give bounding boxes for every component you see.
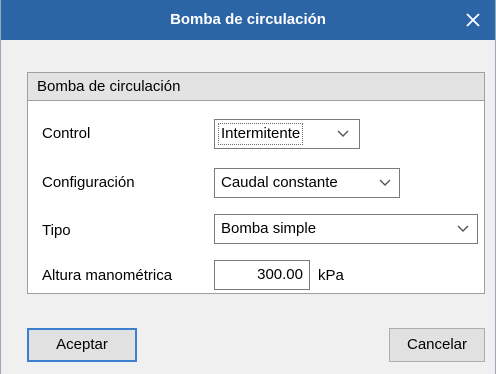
altura-label: Altura manométrica: [42, 267, 173, 284]
configuracion-value: Caudal constante: [221, 174, 338, 191]
pump-group: Bomba de circulación Control Intermitent…: [27, 72, 485, 294]
chevron-down-icon: [457, 225, 469, 232]
tipo-label: Tipo: [42, 222, 71, 239]
altura-unit: kPa: [318, 267, 344, 284]
control-label: Control: [42, 125, 91, 142]
configuracion-label: Configuración: [42, 174, 135, 191]
close-button[interactable]: [457, 4, 489, 36]
chevron-down-icon: [337, 130, 349, 137]
group-header: Bomba de circulación: [28, 73, 484, 101]
accept-button[interactable]: Aceptar: [27, 328, 137, 362]
tipo-value: Bomba simple: [221, 220, 317, 237]
title-bar[interactable]: Bomba de circulación: [1, 0, 495, 40]
cancel-button[interactable]: Cancelar: [389, 328, 485, 362]
close-icon: [466, 13, 480, 27]
control-value: Intermitente: [218, 123, 304, 145]
tipo-select[interactable]: Bomba simple: [214, 214, 478, 244]
configuracion-select[interactable]: Caudal constante: [214, 168, 400, 198]
control-select[interactable]: Intermitente: [214, 119, 360, 149]
dialog-title: Bomba de circulación: [170, 11, 326, 28]
altura-input[interactable]: 300.00: [214, 260, 310, 290]
dialog-window: Bomba de circulación Bomba de circulació…: [0, 0, 496, 374]
chevron-down-icon: [379, 179, 391, 186]
